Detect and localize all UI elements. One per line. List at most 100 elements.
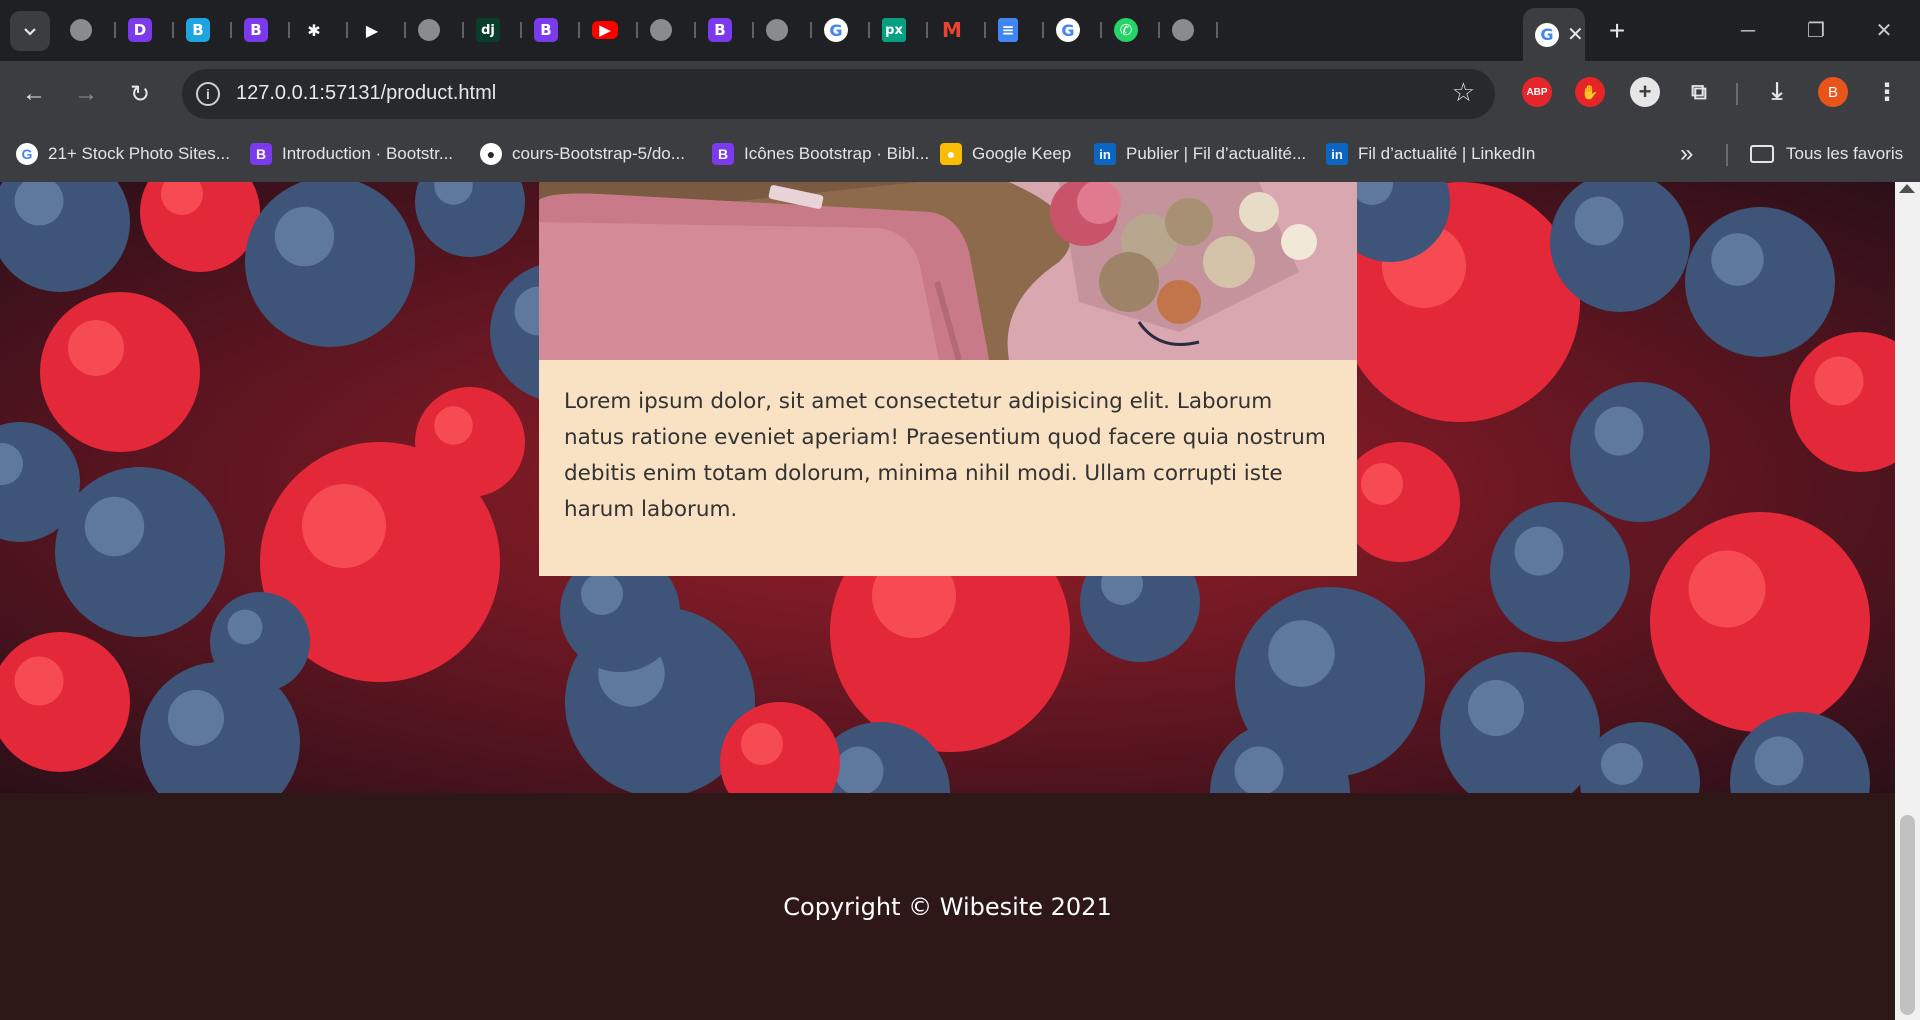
wallet-and-flowers-illustration: [539, 182, 1357, 360]
bootstrap-icon: B: [534, 18, 558, 42]
bookmark-item[interactable]: in Publier | Fil d’actualité...: [1094, 140, 1306, 168]
site-info-icon[interactable]: i: [196, 82, 220, 106]
active-tab[interactable]: G ✕: [1523, 8, 1585, 61]
berry-highlight: [1814, 356, 1864, 406]
berry-highlight: [1711, 233, 1764, 286]
bookmark-item[interactable]: ● Google Keep: [940, 140, 1071, 168]
browser-tab[interactable]: dj: [464, 12, 522, 48]
page-viewport: Lorem ipsum dolor, sit amet consectetur …: [0, 182, 1920, 1020]
berry-highlight: [1574, 196, 1624, 246]
bootstrap-icon: B: [712, 143, 734, 165]
bookmark-label: cours-Bootstrap-5/do...: [512, 144, 685, 163]
raspberry-shape: [1340, 442, 1460, 562]
browser-tab[interactable]: ✆: [1102, 12, 1160, 48]
browser-tab[interactable]: [58, 12, 116, 48]
bookmarks-bar: G 21+ Stock Photo Sites... B Introduction ·…: [0, 126, 1920, 182]
bookmark-item[interactable]: B Icônes Bootstrap · Bibl...: [712, 140, 929, 168]
scrollbar-thumb[interactable]: [1900, 815, 1915, 1015]
google-icon: G: [824, 18, 848, 42]
reload-button[interactable]: ↻: [120, 74, 160, 114]
url-text[interactable]: 127.0.0.1:57131/product.html: [236, 82, 496, 105]
raspberry-shape: [1650, 512, 1870, 732]
berry-highlight: [302, 484, 386, 568]
google-keep-icon: ●: [940, 143, 962, 165]
browser-tab[interactable]: B: [696, 12, 754, 48]
browser-tab[interactable]: B: [522, 12, 580, 48]
berry-highlight: [274, 206, 335, 267]
berry-highlight: [84, 496, 145, 557]
forward-button[interactable]: →: [66, 74, 106, 114]
tab-search-button[interactable]: [10, 11, 50, 51]
chevron-down-icon: [24, 28, 36, 36]
stop-hand-icon[interactable]: ✋: [1575, 77, 1605, 107]
browser-tab[interactable]: [638, 12, 696, 48]
bookmark-item[interactable]: G 21+ Stock Photo Sites...: [16, 140, 230, 168]
blueberry-shape: [1570, 382, 1710, 522]
restore-button[interactable]: ❐: [1786, 14, 1846, 48]
google-icon: G: [1056, 18, 1080, 42]
page-scrollbar[interactable]: [1895, 182, 1920, 1020]
linkedin-icon: in: [1094, 143, 1116, 165]
add-extension-icon[interactable]: +: [1630, 77, 1660, 107]
back-button[interactable]: ←: [14, 74, 54, 114]
blueberry-shape: [1490, 502, 1630, 642]
extensions-puzzle-icon[interactable]: ⧉: [1684, 77, 1714, 107]
google-icon: G: [1535, 22, 1559, 47]
folder-icon: [1750, 145, 1774, 163]
bookmark-item[interactable]: ● cours-Bootstrap-5/do...: [480, 140, 685, 168]
browser-tab[interactable]: ▶: [580, 12, 638, 48]
browser-tab[interactable]: B: [232, 12, 290, 48]
browser-tab[interactable]: M: [928, 12, 986, 48]
new-tab-button[interactable]: +: [1600, 14, 1634, 48]
browser-tab[interactable]: [1160, 12, 1218, 48]
close-window-button[interactable]: ✕: [1854, 14, 1914, 48]
bookmark-star-icon[interactable]: ☆: [1452, 77, 1475, 108]
youtube-icon: ▶: [592, 21, 618, 39]
odoo-leaf-icon: ✱: [307, 20, 321, 40]
browser-tab[interactable]: [406, 12, 464, 48]
browser-tab[interactable]: ✱: [290, 12, 348, 48]
bootstrap-icon: B: [244, 18, 268, 42]
berry-highlight: [1601, 743, 1643, 785]
berry-highlight: [227, 609, 263, 645]
adblock-plus-icon[interactable]: ABP: [1522, 77, 1552, 107]
globe-icon: [70, 19, 92, 41]
bootstrap-blue-icon: B: [186, 18, 210, 42]
tab-close-button[interactable]: ✕: [1567, 22, 1584, 47]
more-bookmarks-icon[interactable]: »: [1680, 140, 1693, 168]
browser-tab[interactable]: B: [174, 12, 232, 48]
blueberry-shape: [210, 592, 310, 692]
tab-strip: D B B ✱ ▶ dj B ▶ B Gpx M ≡ G ✆ G ✕ + ─ ❐ ✕: [0, 0, 1920, 61]
product-card-image: [539, 182, 1357, 360]
all-bookmarks-folder[interactable]: Tous les favoris: [1750, 140, 1903, 168]
download-icon[interactable]: ⤓: [1762, 77, 1792, 107]
scroll-up-arrow-icon[interactable]: [1899, 184, 1915, 193]
bitly-icon: D: [128, 18, 152, 42]
site-footer: Copyright © Wibesite 2021: [0, 793, 1895, 1020]
browser-menu-icon[interactable]: ⋮: [1872, 77, 1902, 107]
browser-tab[interactable]: px: [870, 12, 928, 48]
browser-tab[interactable]: D: [116, 12, 174, 48]
browser-tab[interactable]: ≡: [986, 12, 1044, 48]
bookmarks-divider: [1726, 144, 1728, 166]
browser-tab[interactable]: G: [812, 12, 870, 48]
blueberry-shape: [55, 467, 225, 637]
browser-tab[interactable]: [754, 12, 812, 48]
berry-highlight: [1268, 620, 1335, 687]
copyright-text: Copyright © Wibesite 2021: [783, 892, 1112, 921]
minimize-button[interactable]: ─: [1718, 14, 1778, 48]
bookmark-label: 21+ Stock Photo Sites...: [48, 144, 230, 163]
google-docs-icon: ≡: [998, 18, 1018, 42]
django-icon: dj: [476, 18, 500, 42]
bookmark-item[interactable]: in Fil d’actualité | LinkedIn: [1326, 140, 1535, 168]
berry-highlight: [14, 656, 64, 706]
berry-highlight: [434, 406, 473, 445]
raspberry-shape: [415, 387, 525, 497]
profile-avatar[interactable]: B: [1818, 77, 1848, 107]
bookmark-item[interactable]: B Introduction · Bootstr...: [250, 140, 453, 168]
product-description: Lorem ipsum dolor, sit amet consectetur …: [564, 389, 1326, 522]
browser-tab[interactable]: ▶: [348, 12, 406, 48]
browser-tab[interactable]: G: [1044, 12, 1102, 48]
address-bar[interactable]: i 127.0.0.1:57131/product.html ☆: [182, 69, 1495, 119]
globe-icon: [766, 19, 788, 41]
